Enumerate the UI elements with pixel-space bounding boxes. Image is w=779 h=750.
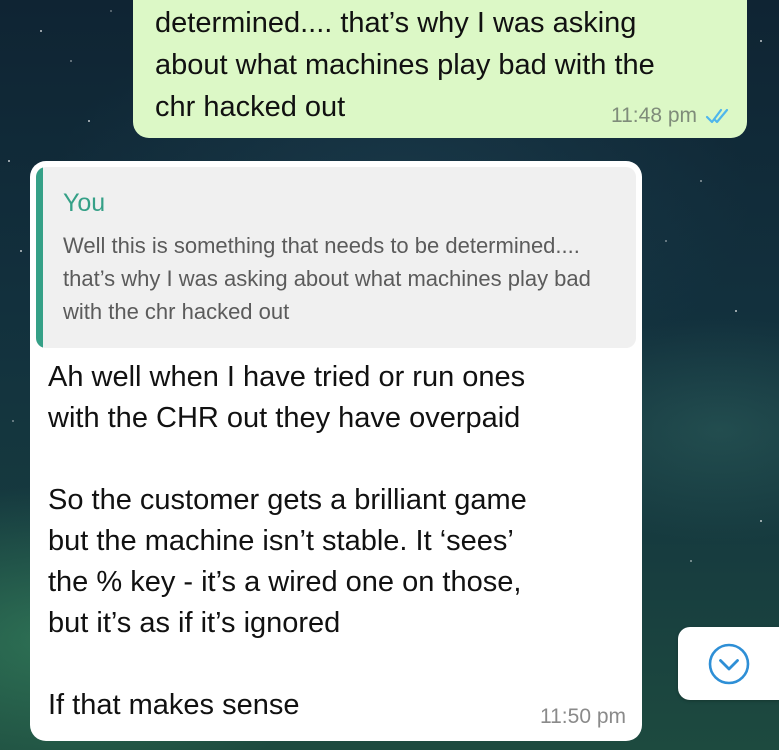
outgoing-message-time: 11:48 pm — [611, 104, 697, 127]
chevron-down-circle-icon — [708, 643, 749, 684]
incoming-message-time: 11:50 pm — [540, 705, 626, 728]
outgoing-message-bubble[interactable]: determined.... that’s why I was asking a… — [133, 0, 747, 138]
quote-text: Well this is something that needs to be … — [63, 233, 591, 324]
quote-author: You — [63, 189, 106, 217]
double-check-read-icon — [705, 108, 729, 124]
scroll-to-bottom-button[interactable] — [678, 627, 779, 700]
quote-accent-bar — [36, 167, 43, 348]
quoted-reply[interactable]: You Well this is something that needs to… — [36, 167, 636, 348]
outgoing-message-meta: 11:48 pm — [611, 104, 733, 128]
incoming-message-text: Ah well when I have tried or run ones wi… — [48, 361, 527, 721]
incoming-message-bubble[interactable]: You Well this is something that needs to… — [30, 161, 642, 741]
